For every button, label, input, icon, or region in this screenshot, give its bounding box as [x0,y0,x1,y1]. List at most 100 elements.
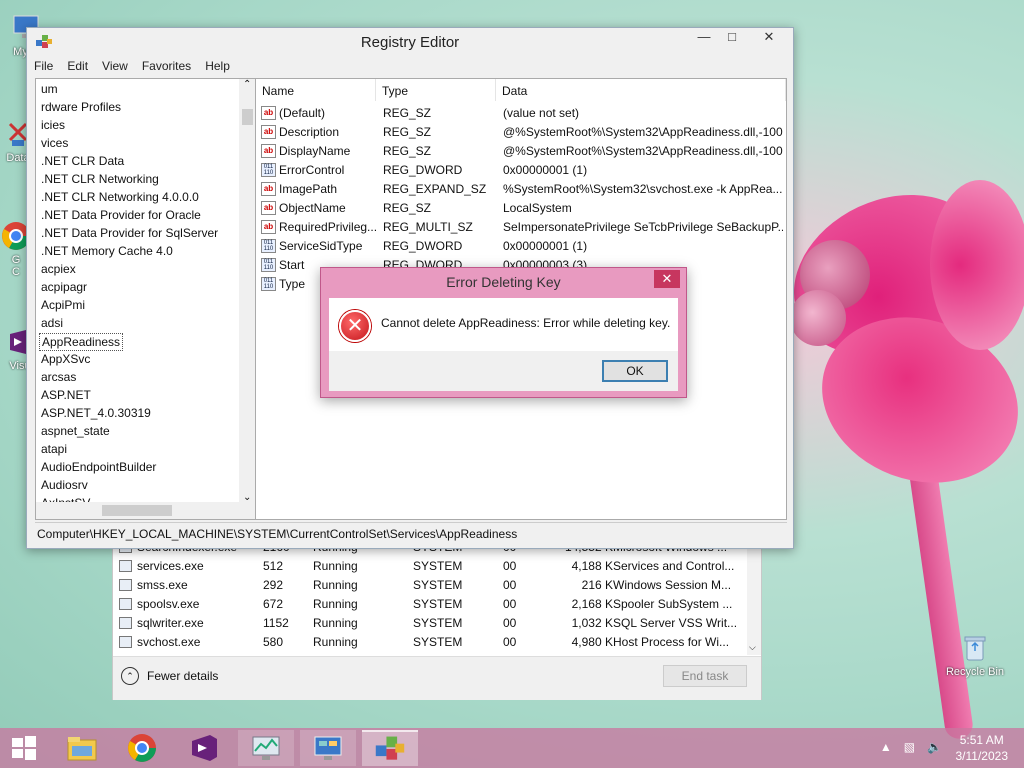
network-icon[interactable]: ▧ [904,740,915,754]
process-cpu: 00 [503,559,517,573]
tree-item[interactable]: um [39,81,60,99]
process-row[interactable]: svchost.exe 580 Running SYSTEM 00 4,980 K Host… [113,633,753,652]
tree-item[interactable]: AppXSvc [39,351,92,369]
tree-item[interactable]: icies [39,117,67,135]
chevron-up-icon: ⌃ [121,667,139,685]
status-bar-path: Computer\HKEY_LOCAL_MACHINE\SYSTEM\Curre… [35,522,787,544]
task-manager-window[interactable]: SearchIndexer.exe2160RunningSYSTEM0014,5… [112,540,762,700]
process-row[interactable]: spoolsv.exe 672 Running SYSTEM 00 2,168 K Spoo… [113,595,753,614]
clock[interactable]: 5:51 AM 3/11/2023 [956,732,1009,764]
minimize-button[interactable]: — [691,28,717,48]
tree-item[interactable]: atapi [39,441,69,459]
tree-item[interactable]: ASP.NET_4.0.30319 [39,405,153,423]
tree-item[interactable]: acpipagr [39,279,89,297]
tree-item[interactable]: .NET CLR Networking [39,171,161,189]
process-name: smss.exe [137,578,188,592]
value-type: REG_EXPAND_SZ [383,182,487,196]
error-dialog[interactable]: Error Deleting Key ✕ ✕ Cannot delete App… [320,267,687,398]
string-value-icon: ab [261,220,276,234]
tree-item[interactable]: acpiex [39,261,78,279]
tree-item[interactable]: .NET Data Provider for Oracle [39,207,203,225]
process-list-scrollbar[interactable]: ⌵ [747,541,761,655]
menu-view[interactable]: View [95,57,135,77]
tree-item[interactable]: .NET CLR Networking 4.0.0.0 [39,189,201,207]
column-header-type[interactable]: Type [376,79,496,101]
performance-monitor-icon [252,736,280,760]
fewer-details-button[interactable]: ⌃ Fewer details [121,667,218,685]
value-row[interactable]: ab ImagePath REG_EXPAND_SZ %SystemRoot%\Sys… [256,180,786,199]
process-mem: 2,168 K [571,597,613,611]
value-name: DisplayName [279,144,351,158]
menu-favorites[interactable]: Favorites [135,57,198,77]
tree-item[interactable]: ASP.NET [39,387,93,405]
end-task-button[interactable]: End task [663,665,747,687]
tree-item[interactable]: vices [39,135,70,153]
tree-item[interactable]: AcpiPmi [39,297,87,315]
process-status: Running [313,559,358,573]
value-data: SeImpersonatePrivilege SeTcbPrivilege Se… [503,220,783,234]
maximize-button[interactable]: □ [719,28,745,48]
value-row[interactable]: ab (Default) REG_SZ (value not set) [256,104,786,123]
tree-item[interactable]: arcsas [39,369,78,387]
taskbar-visual-studio[interactable] [176,730,232,766]
taskbar-chrome[interactable] [114,730,170,766]
ok-button[interactable]: OK [602,360,668,382]
tree-item[interactable]: aspnet_state [39,423,112,441]
value-row[interactable]: 011 110 ErrorControl REG_DWORD 0x00000001 (1… [256,161,786,180]
process-user: SYSTEM [413,559,463,573]
value-type: REG_SZ [383,125,432,139]
taskbar-registry-editor[interactable] [362,730,418,766]
taskbar-file-explorer[interactable] [54,730,110,766]
chevron-down-icon[interactable]: ⌵ [749,642,756,653]
key-tree[interactable]: um rdware Profiles icies vices .NET CLR Data… [35,78,257,520]
process-desc: Services and Control... [613,559,735,573]
tree-item[interactable]: Audiosrv [39,477,90,495]
tree-item[interactable]: adsi [39,315,65,333]
value-row[interactable]: 011 110 ServiceSidType REG_DWORD 0x00000001 … [256,237,786,256]
tree-vertical-scrollbar[interactable]: ⌃ ⌄ [239,79,256,503]
chevron-up-icon[interactable]: ⌃ [243,79,251,90]
process-icon [119,598,132,610]
tree-item[interactable]: rdware Profiles [39,99,123,117]
column-header-data[interactable]: Data [496,79,786,101]
tree-item[interactable]: AudioEndpointBuilder [39,459,158,477]
menu-edit[interactable]: Edit [60,57,95,77]
string-value-icon: ab [261,106,276,120]
process-row[interactable]: services.exe 512 Running SYSTEM 00 4,188 K Ser… [113,557,753,576]
dialog-close-button[interactable]: ✕ [654,270,680,288]
taskbar-performance-monitor[interactable] [238,730,294,766]
tree-item[interactable]: AppReadiness [39,333,124,351]
process-mem: 4,188 K [571,559,613,573]
value-row[interactable]: ab Description REG_SZ @%SystemRoot%\System3… [256,123,786,142]
start-button[interactable] [0,730,48,766]
close-button[interactable]: ✕ [747,28,791,48]
menu-help[interactable]: Help [198,57,237,77]
column-header-name[interactable]: Name [256,79,376,101]
taskbar-control-panel[interactable] [300,730,356,766]
desktop-icon-recycle-bin[interactable]: Recycle Bin [938,632,1012,678]
binary-value-icon: 011 110 [261,258,276,272]
value-data: LocalSystem [503,201,572,215]
volume-icon[interactable]: 🔈 [927,740,942,754]
scroll-thumb[interactable] [102,505,172,516]
process-row[interactable]: sqlwriter.exe 1152 Running SYSTEM 00 1,032 KS… [113,614,753,633]
value-type: REG_DWORD [383,239,463,253]
process-row[interactable]: smss.exe 292 Running SYSTEM 00 216 K Windows S… [113,576,753,595]
tree-item[interactable]: .NET CLR Data [39,153,126,171]
tree-item[interactable]: .NET Memory Cache 4.0 [39,243,175,261]
scroll-thumb[interactable] [242,109,253,125]
value-row[interactable]: ab RequiredPrivileg... REG_MULTI_SZ SeImper… [256,218,786,237]
menu-file[interactable]: File [27,57,60,77]
value-row[interactable]: ab ObjectName REG_SZ LocalSystem [256,199,786,218]
tree-horizontal-scrollbar[interactable] [36,502,256,519]
process-status: Running [313,597,358,611]
process-user: SYSTEM [413,635,463,649]
tree-item[interactable]: .NET Data Provider for SqlServer [39,225,220,243]
dialog-title: Error Deleting Key [446,274,561,290]
value-name: RequiredPrivileg... [279,220,377,234]
title-bar[interactable]: Registry Editor — □ ✕ [27,28,793,56]
value-data: (value not set) [503,106,580,120]
value-row[interactable]: ab DisplayName REG_SZ @%SystemRoot%\System3… [256,142,786,161]
string-value-icon: ab [261,144,276,158]
show-hidden-icons-icon[interactable]: ▲ [880,740,892,754]
